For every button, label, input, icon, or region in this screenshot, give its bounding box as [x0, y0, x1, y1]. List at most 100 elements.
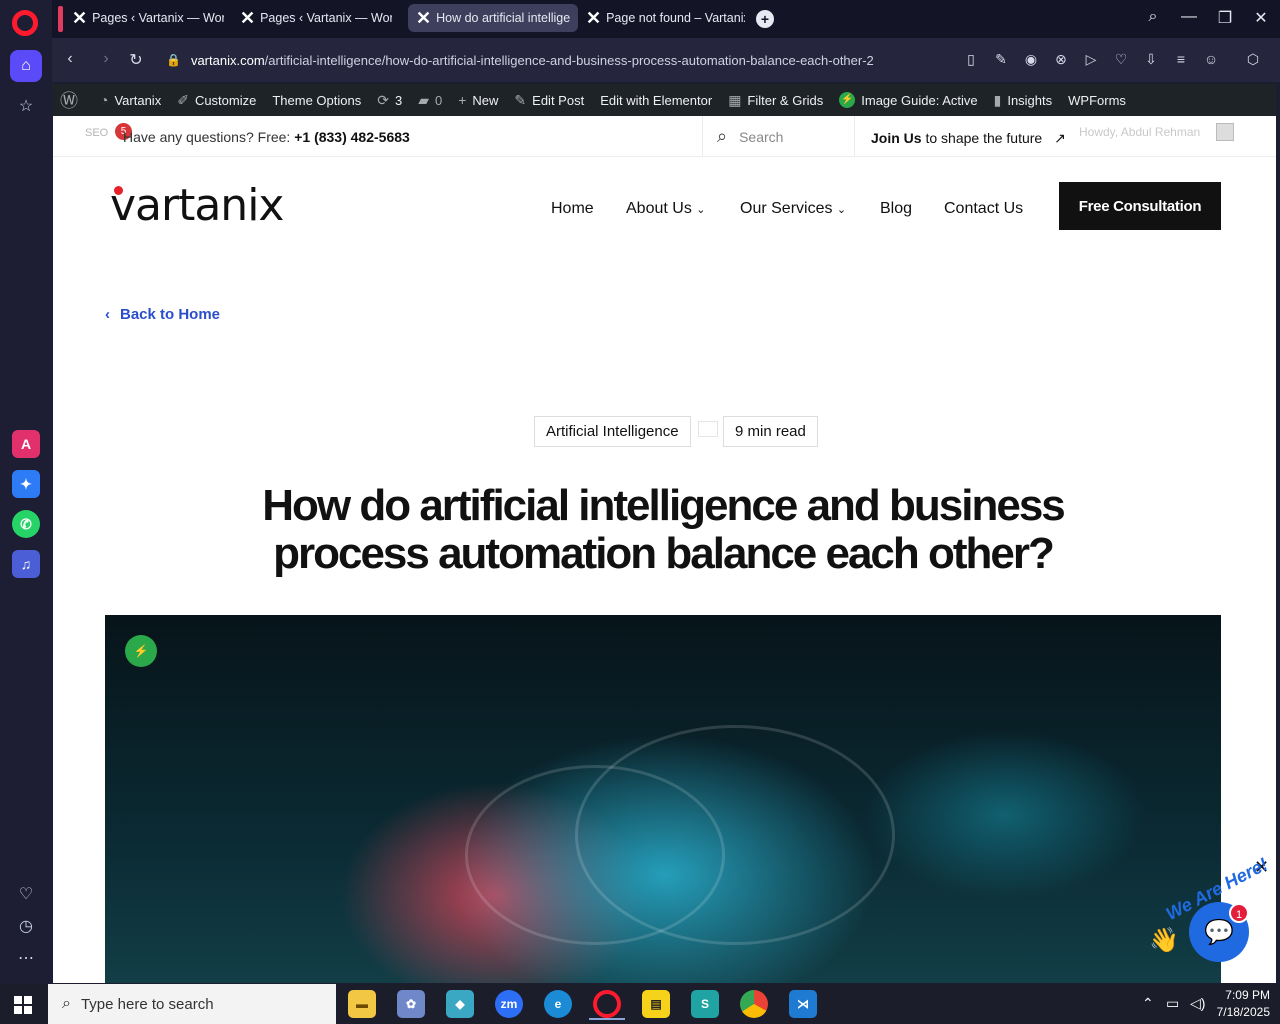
edge-icon[interactable]: e — [544, 990, 572, 1018]
home-icon[interactable]: ⌂ — [10, 50, 42, 82]
tab-pages-2[interactable]: ✕ Pages ‹ Vartanix — WordP — [232, 4, 400, 32]
minimize-button[interactable]: — — [1179, 8, 1199, 26]
star-icon[interactable]: ☆ — [10, 90, 42, 122]
edit-icon[interactable]: ✎ — [992, 51, 1010, 68]
messenger-icon[interactable]: ✦ — [12, 470, 40, 498]
restore-button[interactable]: ❐ — [1215, 8, 1235, 28]
plus-icon: + — [458, 92, 467, 108]
forward-arrow-icon[interactable]: › — [96, 50, 116, 68]
wp-wpforms[interactable]: WPForms — [1068, 93, 1126, 108]
wp-edit-elementor[interactable]: Edit with Elementor — [600, 93, 712, 108]
wp-theme-options[interactable]: Theme Options — [272, 93, 361, 108]
wp-new[interactable]: + New — [458, 92, 498, 108]
close-window-button[interactable]: ✕ — [1251, 8, 1271, 28]
nav-blog[interactable]: Blog — [880, 200, 912, 218]
tray-chevron-icon[interactable]: ⌃ — [1142, 995, 1154, 1012]
wp-comments[interactable]: ▰ 0 — [418, 92, 442, 109]
paint-icon[interactable]: ✿ — [397, 990, 425, 1018]
back-to-home-link[interactable]: ‹ Back to Home — [105, 306, 220, 323]
windows-start-icon[interactable] — [14, 996, 32, 1014]
phone-number[interactable]: +1 (833) 482-5683 — [294, 129, 410, 145]
seo-label[interactable]: SEO — [85, 127, 108, 139]
download-icon[interactable]: ⇩ — [1142, 51, 1160, 68]
avatar[interactable] — [1216, 123, 1234, 141]
heart-icon[interactable]: ♡ — [10, 878, 42, 910]
tab-bar: ✕ Pages ‹ Vartanix — WordP ✕ Pages ‹ Var… — [52, 0, 1280, 38]
wp-edit-post[interactable]: ✎ Edit Post — [514, 92, 584, 109]
zoom-icon[interactable]: zm — [495, 990, 523, 1018]
windows-taskbar: ⌕ Type here to search ▬ ✿ ◆ zm e ▤ S ⋊ ⌃… — [0, 984, 1280, 1024]
updates-icon: ⟳ — [377, 91, 389, 108]
vscode-icon[interactable]: ⋊ — [789, 990, 817, 1018]
url-host: vartanix.com — [190, 52, 265, 68]
play-icon[interactable]: ▷ — [1082, 51, 1100, 68]
vartanix-favicon-icon: ✕ — [586, 7, 602, 28]
profile-icon[interactable]: ☺ — [1202, 51, 1220, 67]
nav-home[interactable]: Home — [551, 200, 594, 218]
reload-icon[interactable]: ↻ — [126, 50, 146, 70]
tab-label: How do artificial intelligen — [436, 11, 570, 25]
new-tab-button[interactable]: + — [756, 10, 774, 28]
wordpress-logo[interactable]: Ⓦ — [60, 87, 84, 113]
taskbar-clock[interactable]: 7:09 PM 7/18/2025 — [1212, 987, 1270, 1021]
opera-logo-icon[interactable] — [12, 10, 38, 36]
opera-icon[interactable] — [589, 990, 625, 1020]
vartanix-logo[interactable]: vartanix — [110, 180, 284, 231]
reader-icon[interactable]: ▯ — [962, 51, 980, 68]
chrome-icon[interactable] — [740, 990, 768, 1018]
join-text: to shape the future — [925, 130, 1043, 146]
adblock-icon[interactable]: ⊗ — [1052, 51, 1070, 68]
app-s-icon[interactable]: S — [691, 990, 719, 1018]
aria-icon[interactable]: A — [12, 430, 40, 458]
search-tabs-icon[interactable]: ⌕ — [1143, 8, 1163, 26]
wp-theme-options-label: Theme Options — [272, 92, 362, 108]
sticky-notes-icon[interactable]: ▤ — [642, 990, 670, 1018]
more-icon[interactable]: ⋯ — [10, 942, 42, 974]
bar-chart-icon: ▮ — [993, 91, 1002, 108]
history-icon[interactable]: ◷ — [10, 910, 42, 942]
join-us-link[interactable]: Join Us to shape the future ↗ — [871, 130, 1066, 147]
extensions-icon[interactable]: ⬡ — [1244, 51, 1262, 68]
tab-label: Page not found – Vartanix — [606, 11, 745, 25]
nav-about-label: About Us — [626, 200, 692, 217]
wp-customize[interactable]: ✐ Customize — [177, 92, 256, 109]
tab-not-found[interactable]: ✕ Page not found – Vartanix — [578, 4, 753, 32]
howdy-user[interactable]: Howdy, Abdul Rehman — [1079, 125, 1200, 139]
app-diamond-icon[interactable]: ◆ — [446, 990, 474, 1018]
wp-image-guide[interactable]: ⚡ Image Guide: Active — [839, 92, 978, 108]
file-explorer-icon[interactable]: ▬ — [348, 990, 376, 1018]
category-chip[interactable]: Artificial Intelligence — [534, 416, 691, 447]
back-arrow-icon[interactable]: ‹ — [60, 50, 80, 68]
wp-wpforms-label: WPForms — [1068, 92, 1126, 108]
wp-edit-elementor-label: Edit with Elementor — [600, 92, 713, 108]
wp-updates[interactable]: ⟳ 3 — [377, 92, 402, 109]
network-icon[interactable]: ▭ — [1166, 995, 1179, 1012]
nav-contact-us[interactable]: Contact Us — [944, 200, 1023, 218]
wp-filter-grids[interactable]: ▦ Filter & Grids — [728, 92, 823, 109]
brush-icon: ✐ — [177, 91, 189, 108]
whatsapp-icon[interactable]: ✆ — [12, 510, 40, 538]
taskbar-search[interactable]: ⌕ Type here to search — [48, 984, 336, 1024]
wp-site-name[interactable]: ◔ Vartanix — [100, 92, 161, 108]
chip-separator — [698, 421, 718, 437]
wp-insights[interactable]: ▮ Insights — [994, 92, 1053, 109]
wp-new-label: New — [472, 92, 499, 108]
menu-icon[interactable]: ≡ — [1172, 51, 1190, 67]
wp-updates-count: 3 — [394, 92, 403, 108]
music-icon[interactable]: ♫ — [12, 550, 40, 578]
wp-edit-post-label: Edit Post — [532, 92, 585, 108]
tab-article[interactable]: ✕ How do artificial intelligen — [408, 4, 578, 32]
wordpress-icon: Ⓦ — [60, 91, 78, 111]
image-guide-bolt-icon[interactable]: ⚡ — [125, 635, 157, 667]
heart-icon[interactable]: ♡ — [1112, 51, 1130, 68]
volume-icon[interactable]: ◁) — [1190, 995, 1205, 1012]
nav-our-services[interactable]: Our Services ⌄ — [740, 200, 846, 218]
free-consultation-button[interactable]: Free Consultation — [1059, 182, 1221, 230]
camera-icon[interactable]: ◉ — [1022, 51, 1040, 68]
address-bar: ‹ › ↻ 🔒 vartanix.com/artificial-intellig… — [52, 38, 1280, 82]
tab-label: Pages ‹ Vartanix — WordP — [260, 11, 392, 25]
site-search[interactable]: ⌕ Search — [702, 116, 855, 157]
tab-pages-1[interactable]: ✕ Pages ‹ Vartanix — WordP — [64, 4, 232, 32]
nav-about-us[interactable]: About Us ⌄ — [626, 200, 705, 218]
wp-comments-count: 0 — [434, 92, 443, 108]
